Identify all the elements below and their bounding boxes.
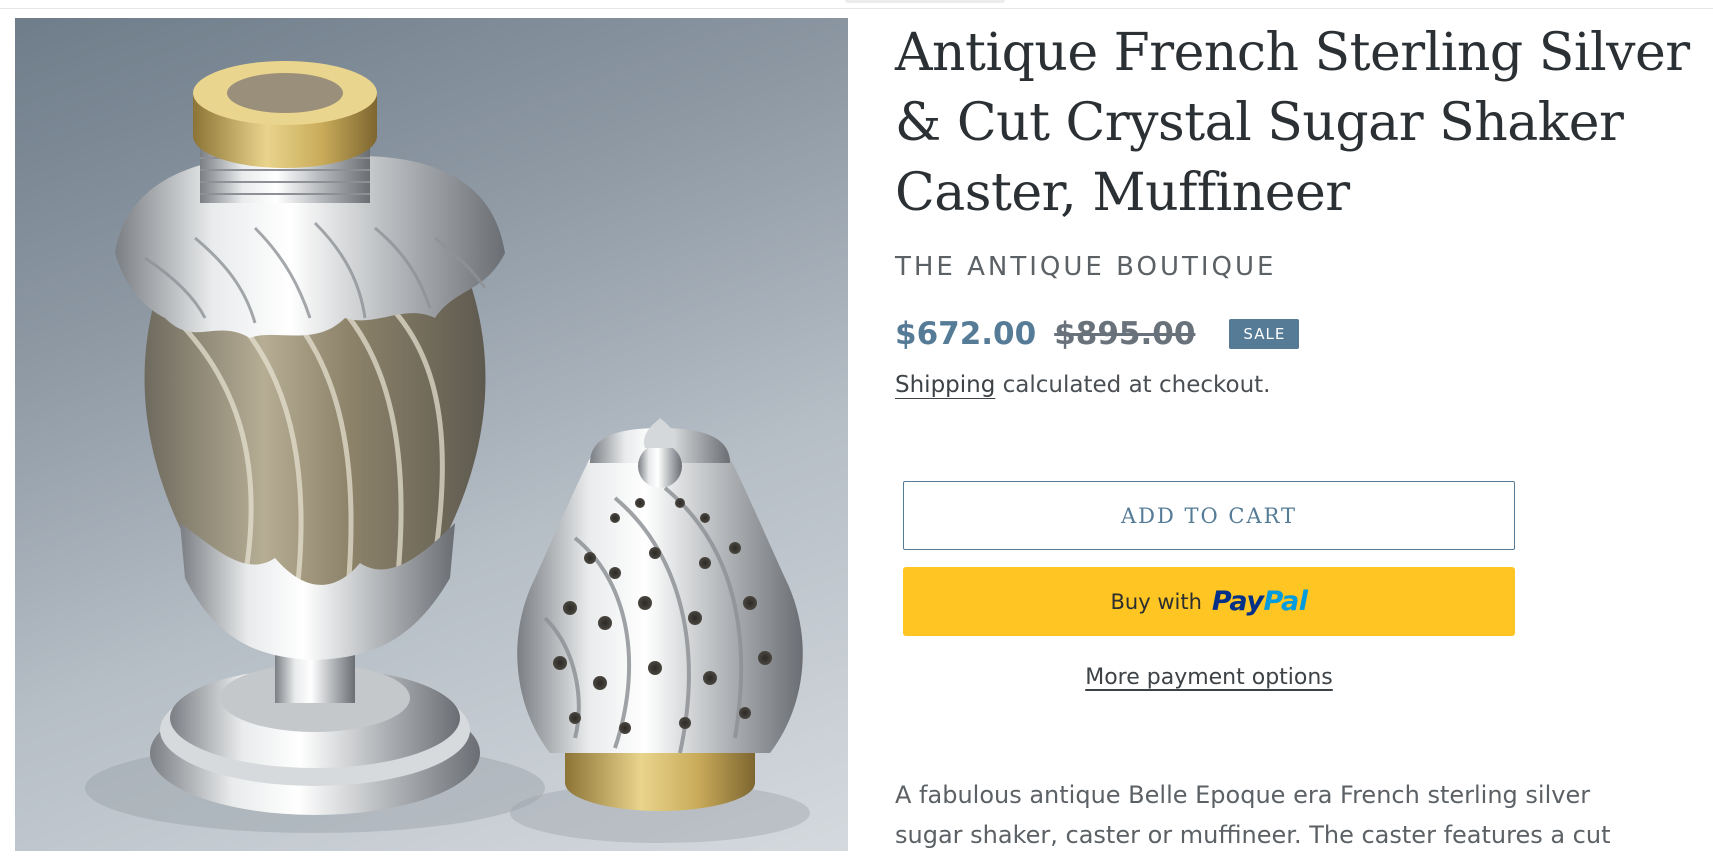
- product-title: Antique French Sterling Silver & Cut Cry…: [895, 23, 1690, 223]
- product-vendor: THE ANTIQUE BOUTIQUE: [895, 252, 1277, 282]
- description-line: A fabulous antique Belle Epoque era Fren…: [895, 781, 1591, 809]
- shipping-note: Shipping calculated at checkout.: [895, 372, 1271, 398]
- price-row: $672.00 $895.00 SALE: [895, 312, 1300, 356]
- product-photo-illustration: [85, 61, 810, 843]
- shipping-text: calculated at checkout.: [995, 372, 1271, 398]
- paypal-button-label: Buy with: [1110, 589, 1202, 614]
- sale-badge: SALE: [1229, 319, 1300, 349]
- add-to-cart-label: ADD TO CART: [1120, 503, 1298, 528]
- sale-price: $672.00: [895, 316, 1037, 352]
- paypal-checkout-button[interactable]: Buy with PayPal: [903, 567, 1515, 636]
- header-divider: [0, 8, 1713, 9]
- description-line: sugar shaker, caster or muffineer. The c…: [895, 821, 1611, 849]
- product-image[interactable]: [15, 18, 848, 851]
- regular-price: $895.00: [1054, 316, 1196, 352]
- product-description: A fabulous antique Belle Epoque era Fren…: [895, 775, 1695, 855]
- paypal-logo-icon: PayPal: [1211, 586, 1308, 617]
- add-to-cart-button[interactable]: ADD TO CART: [903, 481, 1515, 550]
- header-tab-indicator: [845, 0, 1005, 3]
- more-payment-options-link[interactable]: More payment options: [903, 665, 1515, 690]
- shipping-link[interactable]: Shipping: [895, 372, 995, 398]
